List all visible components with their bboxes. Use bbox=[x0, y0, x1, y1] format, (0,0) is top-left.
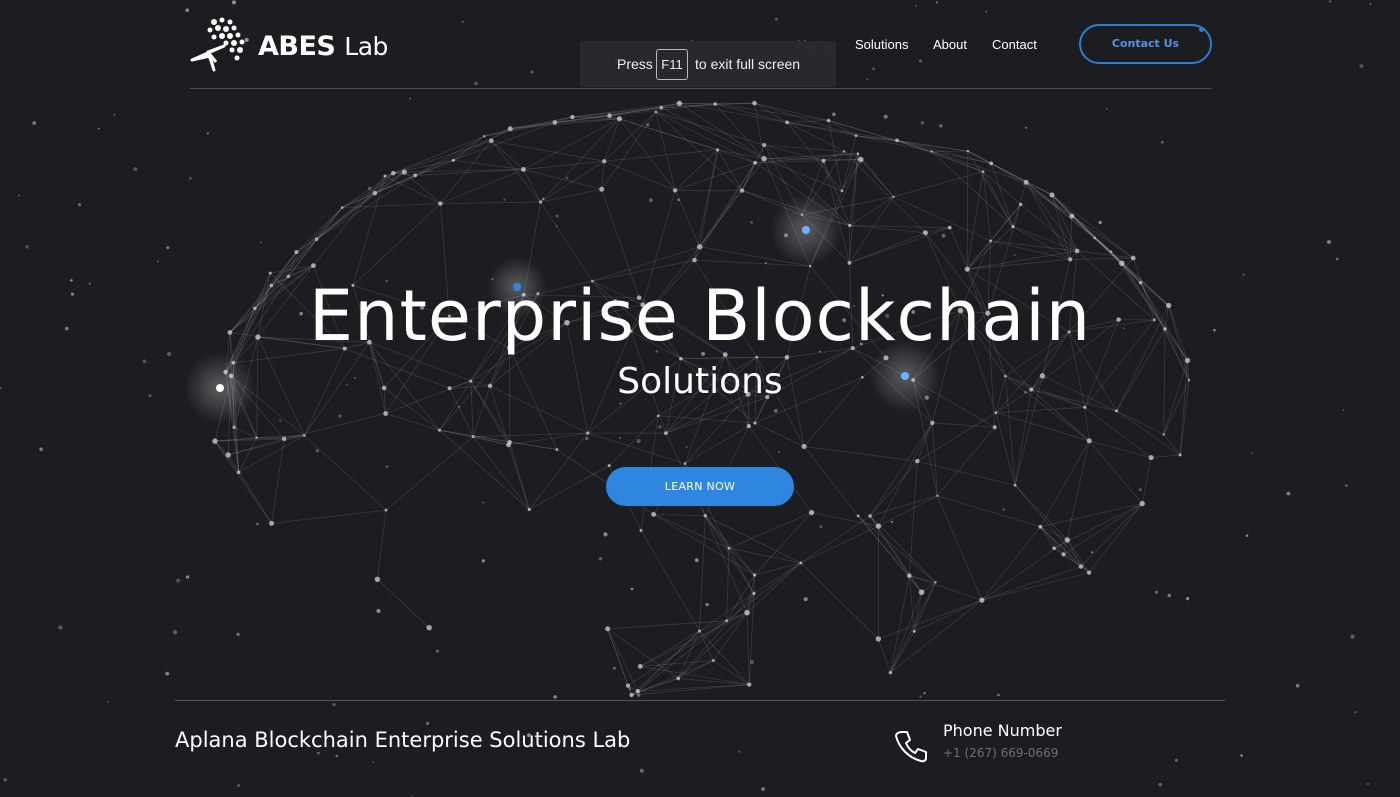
brand-name-bold: ABES bbox=[258, 30, 336, 62]
footer-divider bbox=[175, 700, 1225, 701]
phone-number[interactable]: +1 (267) 669-0669 bbox=[943, 746, 1058, 760]
organization-name: Aplana Blockchain Enterprise Solutions L… bbox=[175, 728, 631, 752]
button-dot bbox=[1199, 27, 1204, 32]
brand-logo[interactable]: ABES Lab bbox=[190, 16, 388, 76]
nav-about[interactable]: About bbox=[933, 37, 967, 52]
nav-contact[interactable]: Contact bbox=[992, 37, 1037, 52]
arrow-network-logo-icon bbox=[190, 17, 245, 72]
f11-key: F11 bbox=[656, 49, 688, 80]
hero-title: Enterprise Blockchain bbox=[308, 275, 1092, 357]
hero-subtitle: Solutions bbox=[617, 361, 783, 402]
contact-us-label: Contact Us bbox=[1111, 37, 1180, 50]
phone-label: Phone Number bbox=[943, 721, 1062, 740]
learn-now-button[interactable]: LEARN NOW bbox=[606, 467, 794, 506]
fullscreen-notice: Press F11 to exit full screen bbox=[580, 41, 836, 87]
contact-us-button[interactable]: Contact Us bbox=[1079, 24, 1212, 64]
brand-name: ABES Lab bbox=[258, 31, 388, 62]
brand-name-light: Lab bbox=[344, 31, 388, 61]
nav-solutions[interactable]: Solutions bbox=[855, 37, 908, 52]
fullscreen-notice-prefix: Press bbox=[617, 56, 653, 72]
fullscreen-notice-suffix: to exit full screen bbox=[695, 56, 801, 72]
phone-icon bbox=[895, 731, 927, 763]
